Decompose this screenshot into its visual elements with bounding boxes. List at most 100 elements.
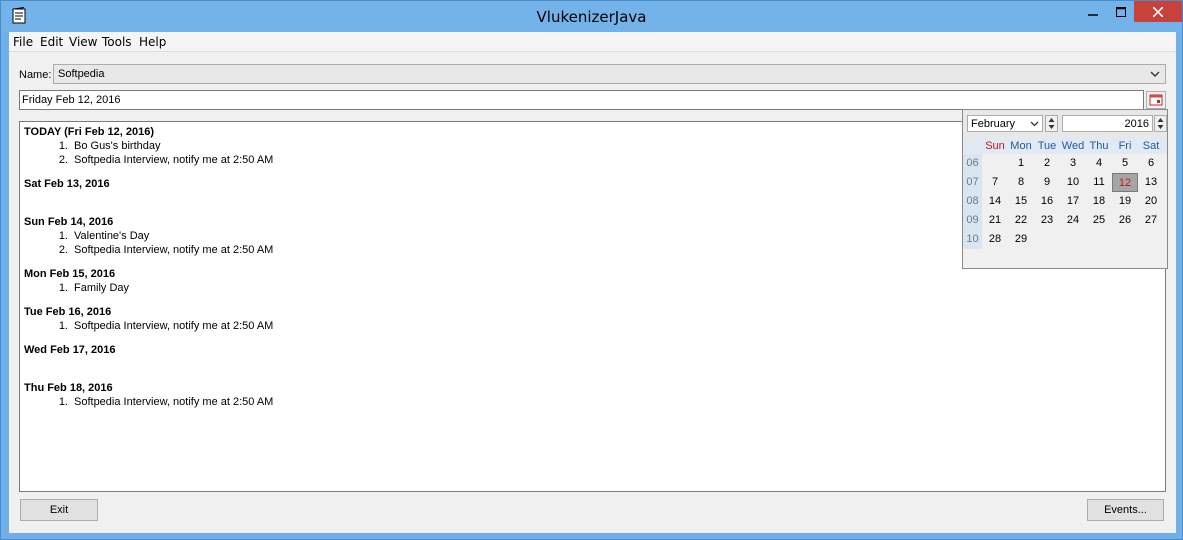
calendar-day[interactable]: 6 (1138, 154, 1164, 173)
weekday-label: Fri (1118, 140, 1132, 152)
calendar-day[interactable]: 23 (1034, 211, 1060, 230)
year-spinner[interactable] (1154, 115, 1167, 132)
week-number: 10 (963, 230, 982, 249)
calendar-day[interactable]: 28 (982, 230, 1008, 249)
list-item: 2. Softpedia Interview, notify me at 2:50… (58, 154, 274, 166)
month-value: February (971, 118, 1016, 130)
calendar-day[interactable]: 3 (1060, 154, 1086, 173)
day-title: Mon Feb 15, 2016 (24, 268, 116, 280)
calendar-day-selected[interactable]: 12 (1112, 173, 1138, 192)
calendar-day[interactable]: 9 (1034, 173, 1060, 192)
calendar-icon (1149, 94, 1163, 106)
calendar-day[interactable]: 4 (1086, 154, 1112, 173)
weekday-label: Thu (1089, 140, 1109, 152)
calendar-day[interactable]: 20 (1138, 192, 1164, 211)
day-group: Thu Feb 18, 2016 1. Softpedia Interview, … (24, 382, 274, 410)
menu-file[interactable]: File (13, 35, 33, 49)
month-spinner[interactable] (1045, 115, 1058, 132)
calendar-day[interactable]: 5 (1112, 154, 1138, 173)
close-button[interactable] (1134, 1, 1182, 22)
day-title: Tue Feb 16, 2016 (24, 306, 112, 318)
month-combo[interactable]: February (967, 115, 1043, 132)
title-bar[interactable]: VlukenizerJava (1, 1, 1182, 32)
event-text: Softpedia Interview, notify me at 2:50 A… (74, 154, 274, 166)
calendar-day[interactable]: 21 (982, 211, 1008, 230)
calendar-day[interactable]: 2 (1034, 154, 1060, 173)
event-text: Softpedia Interview, notify me at 2:50 A… (74, 244, 274, 256)
maximize-button[interactable] (1107, 1, 1134, 22)
event-text: Softpedia Interview, notify me at 2:50 A… (74, 396, 274, 408)
list-item: 1. Valentine's Day (58, 230, 150, 242)
day-group: Wed Feb 17, 2016 (24, 344, 116, 358)
date-field-value: Friday Feb 12, 2016 (22, 94, 121, 106)
weekday-header: Sun Mon Tue Wed Thu Fri Sat (963, 138, 1167, 154)
minimize-button[interactable] (1079, 1, 1107, 22)
list-item: 1. Softpedia Interview, notify me at 2:50… (58, 396, 274, 408)
menu-tools[interactable]: Tools (102, 35, 132, 49)
name-select[interactable]: Softpedia (53, 64, 1166, 84)
calendar-day[interactable]: 10 (1060, 173, 1086, 192)
calendar-day[interactable]: 25 (1086, 211, 1112, 230)
day-title: Thu Feb 18, 2016 (24, 382, 113, 394)
list-item: 1. Softpedia Interview, notify me at 2:50… (58, 320, 274, 332)
calendar-day[interactable]: 24 (1060, 211, 1086, 230)
calendar-day[interactable]: 19 (1112, 192, 1138, 211)
calendar-day[interactable]: 15 (1008, 192, 1034, 211)
calendar-day[interactable]: 17 (1060, 192, 1086, 211)
event-text: Softpedia Interview, notify me at 2:50 A… (74, 320, 274, 332)
calendar-day[interactable]: 16 (1034, 192, 1060, 211)
list-item: 1. Bo Gus's birthday (58, 140, 161, 152)
events-button[interactable]: Events... (1087, 499, 1164, 521)
menu-help[interactable]: Help (139, 35, 166, 49)
event-text: Valentine's Day (74, 230, 150, 242)
day-group: Mon Feb 15, 2016 1. Family Day (24, 268, 130, 296)
menu-view[interactable]: View (69, 35, 97, 49)
week-number: 08 (963, 192, 982, 211)
calendar-popup: February 2016 Sun Mon Tue Wed Thu Fri Sa… (962, 109, 1168, 269)
chevron-down-icon (1150, 71, 1160, 77)
list-item: 2. Softpedia Interview, notify me at 2:50… (58, 244, 274, 256)
calendar-day[interactable] (982, 154, 1008, 173)
calendar-button[interactable] (1146, 91, 1166, 109)
list-item: 1. Family Day (58, 282, 130, 294)
year-value: 2016 (1124, 118, 1149, 130)
name-select-value: Softpedia (58, 68, 105, 80)
weekday-label: Wed (1061, 140, 1085, 152)
day-group: Sat Feb 13, 2016 (24, 178, 110, 192)
year-field[interactable]: 2016 (1062, 115, 1153, 132)
calendar-day[interactable]: 14 (982, 192, 1008, 211)
menu-edit[interactable]: Edit (40, 35, 63, 49)
weekday-label: Sat (1142, 140, 1160, 152)
calendar-day[interactable]: 13 (1138, 173, 1164, 192)
chevron-down-icon (1030, 121, 1039, 127)
calendar-day[interactable]: 1 (1008, 154, 1034, 173)
calendar-day[interactable]: 7 (982, 173, 1008, 192)
calendar-day[interactable]: 27 (1138, 211, 1164, 230)
calendar-day[interactable]: 22 (1008, 211, 1034, 230)
weekday-label: Tue (1037, 140, 1057, 152)
calendar-day[interactable]: 8 (1008, 173, 1034, 192)
minimize-icon (1088, 14, 1098, 16)
calendar-day[interactable]: 11 (1086, 173, 1112, 192)
day-title: Wed Feb 17, 2016 (24, 344, 116, 356)
window-title: VlukenizerJava (536, 8, 647, 26)
name-label: Name: (19, 69, 52, 81)
menu-bar: File Edit View Tools Help (9, 32, 1176, 52)
close-icon (1152, 6, 1164, 18)
spinner-arrows-icon (1157, 118, 1164, 129)
day-group: Tue Feb 16, 2016 1. Softpedia Interview, … (24, 306, 274, 334)
exit-button[interactable]: Exit (20, 499, 98, 521)
maximize-icon (1115, 7, 1126, 17)
event-text: Family Day (74, 282, 130, 294)
client-area: File Edit View Tools Help Name: Softpedi… (9, 32, 1176, 533)
event-text: Bo Gus's birthday (74, 140, 161, 152)
calendar-day[interactable]: 18 (1086, 192, 1112, 211)
calendar-day[interactable]: 26 (1112, 211, 1138, 230)
weekday-label: Sun (985, 140, 1005, 152)
weekday-label: Mon (1010, 140, 1032, 152)
date-field[interactable]: Friday Feb 12, 2016 (19, 90, 1144, 110)
day-title: TODAY (Fri Feb 12, 2016) (24, 126, 155, 138)
week-number: 09 (963, 211, 982, 230)
week-number: 06 (963, 154, 982, 173)
calendar-day[interactable]: 29 (1008, 230, 1034, 249)
